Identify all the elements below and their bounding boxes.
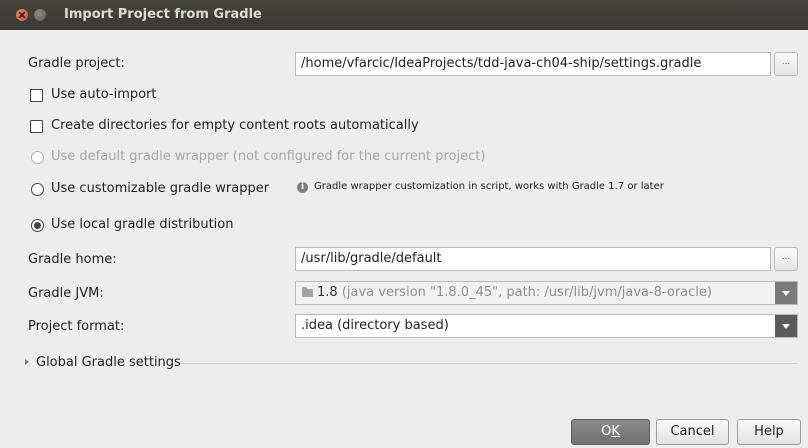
project-format-select[interactable]: .idea (directory based) bbox=[295, 314, 798, 338]
minimize-icon[interactable] bbox=[34, 9, 46, 21]
chevron-down-icon[interactable] bbox=[775, 315, 797, 337]
gradle-jvm-version: 1.8 bbox=[317, 285, 338, 300]
gradle-jvm-select: 1.8 (java version "1.8.0_45", path: /usr… bbox=[295, 281, 798, 305]
wrapper-info-text: Gradle wrapper customization in script, … bbox=[314, 181, 664, 192]
window-title: Import Project from Gradle bbox=[64, 7, 262, 22]
gradle-home-browse-button[interactable]: ... bbox=[774, 247, 798, 271]
chevron-down-icon bbox=[775, 282, 797, 304]
local-distribution-radio[interactable] bbox=[31, 219, 44, 232]
gradle-jvm-details: (java version "1.8.0_45", path: /usr/lib… bbox=[341, 285, 712, 300]
use-auto-import-label[interactable]: Use auto-import bbox=[51, 87, 157, 102]
project-format-value: .idea (directory based) bbox=[301, 318, 449, 333]
gradle-home-label: Gradle home: bbox=[28, 252, 117, 267]
expand-arrow-icon[interactable] bbox=[25, 359, 29, 365]
create-directories-label[interactable]: Create directories for empty content roo… bbox=[51, 118, 419, 133]
gradle-jvm-label: Gradle JVM: bbox=[28, 286, 104, 301]
gradle-project-browse-button[interactable]: ... bbox=[774, 52, 798, 76]
gradle-home-input[interactable]: /usr/lib/gradle/default bbox=[295, 247, 771, 271]
use-auto-import-checkbox[interactable] bbox=[30, 89, 43, 102]
ok-button-label-prefix: O bbox=[601, 424, 612, 439]
local-distribution-label[interactable]: Use local gradle distribution bbox=[51, 217, 233, 232]
info-icon: i bbox=[297, 182, 308, 193]
default-wrapper-label: Use default gradle wrapper (not configur… bbox=[51, 149, 486, 164]
gradle-project-label: Gradle project: bbox=[28, 56, 125, 71]
ok-button[interactable]: OK bbox=[571, 419, 650, 445]
divider bbox=[180, 363, 798, 364]
folder-icon bbox=[302, 287, 313, 297]
cancel-button[interactable]: Cancel bbox=[656, 419, 729, 445]
close-icon[interactable] bbox=[16, 9, 28, 21]
custom-wrapper-radio[interactable] bbox=[31, 183, 44, 196]
project-format-label: Project format: bbox=[28, 319, 125, 334]
help-button[interactable]: Help bbox=[737, 419, 801, 445]
create-directories-checkbox[interactable] bbox=[30, 120, 43, 133]
ok-button-label-mnemonic: K bbox=[611, 424, 620, 439]
gradle-project-input[interactable]: /home/vfarcic/IdeaProjects/tdd-java-ch04… bbox=[295, 52, 771, 76]
window-titlebar: Import Project from Gradle bbox=[0, 0, 808, 30]
global-gradle-settings-toggle[interactable]: Global Gradle settings bbox=[36, 355, 181, 370]
custom-wrapper-label[interactable]: Use customizable gradle wrapper bbox=[51, 181, 269, 196]
default-wrapper-radio bbox=[31, 151, 44, 164]
